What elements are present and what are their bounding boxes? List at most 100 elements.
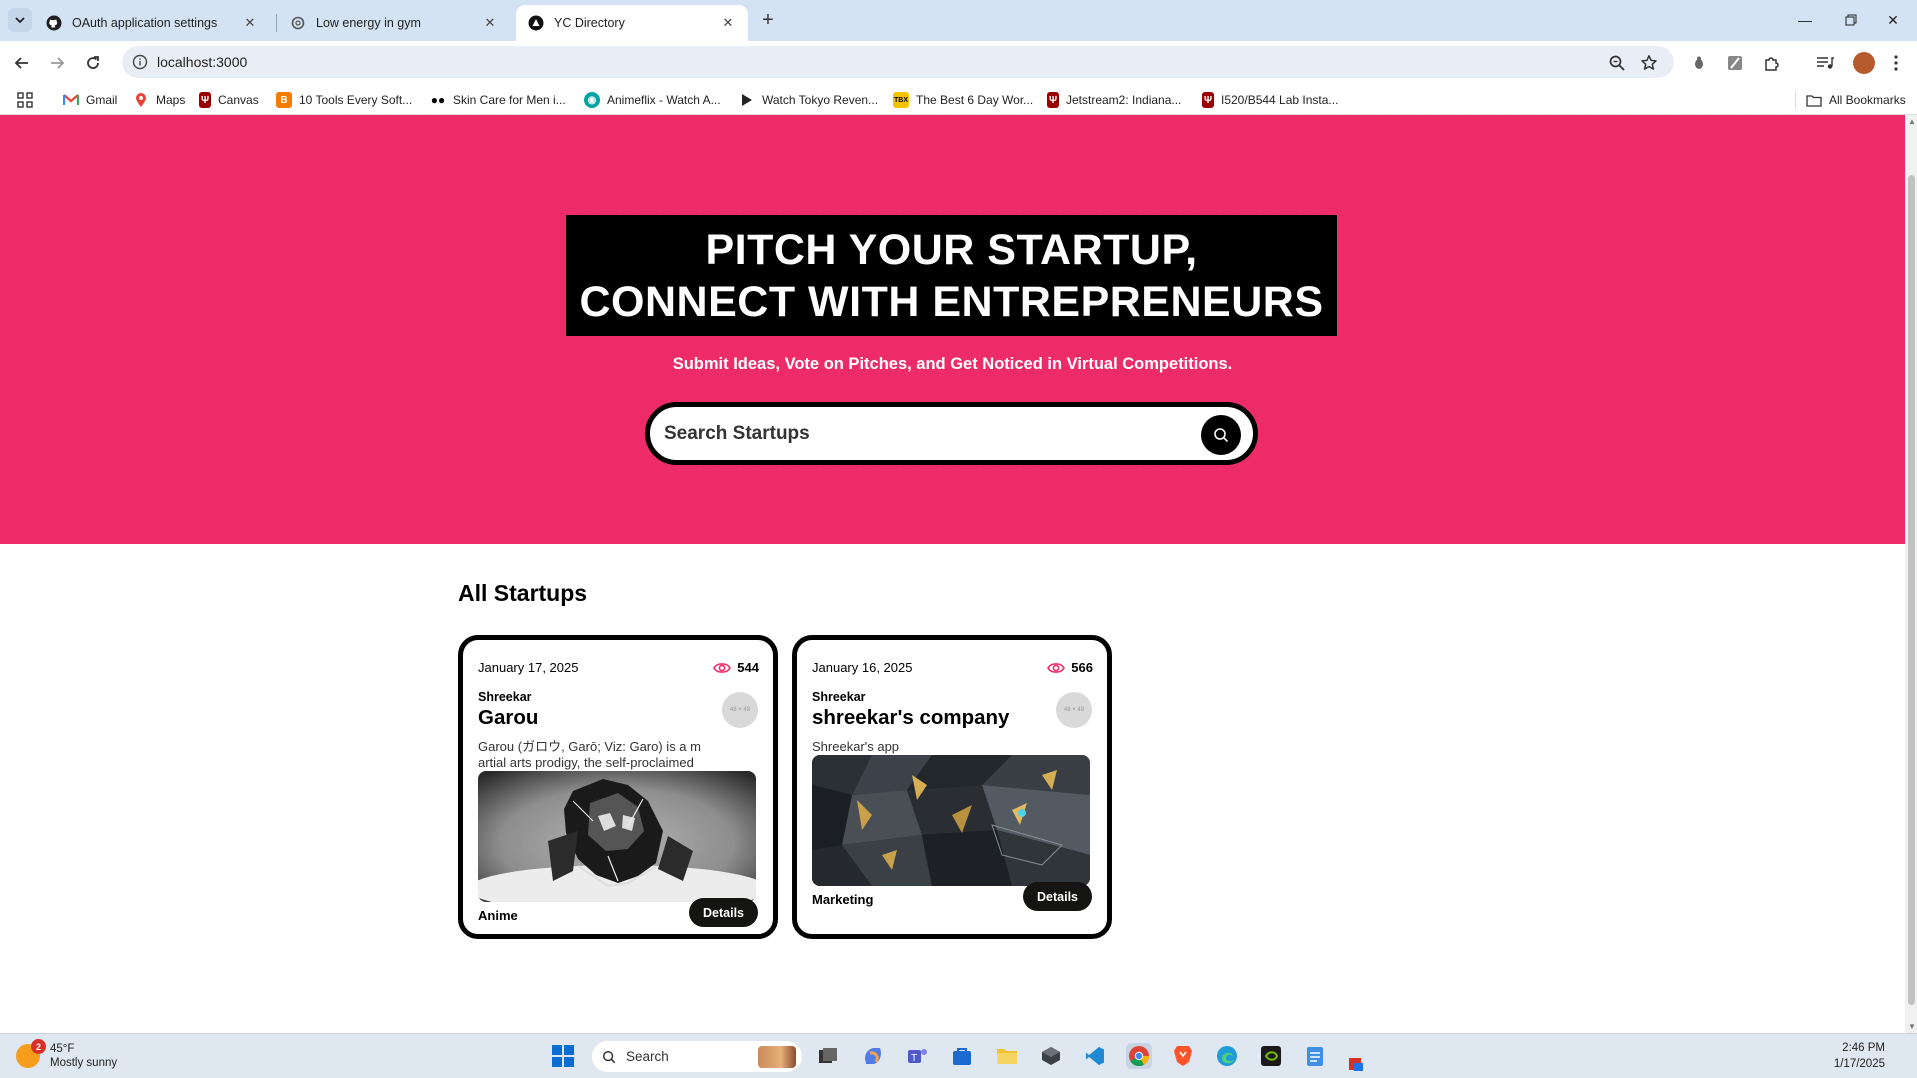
weather-temp: 45°F xyxy=(50,1043,75,1055)
card-title[interactable]: Garou xyxy=(478,706,538,730)
bookmark-label: 10 Tools Every Soft... xyxy=(299,93,413,107)
extension-bug-icon[interactable] xyxy=(1689,53,1709,73)
system-clock[interactable]: 2:46 PM 1/17/2025 xyxy=(1834,1040,1885,1072)
vscode-icon[interactable] xyxy=(1082,1043,1108,1069)
media-control-icon[interactable] xyxy=(1815,53,1835,73)
folder-icon xyxy=(1806,92,1822,108)
store-icon[interactable] xyxy=(949,1043,975,1069)
details-button[interactable]: Details xyxy=(1023,882,1092,911)
bookmark-tokyo-revengers[interactable]: Watch Tokyo Reven... xyxy=(739,91,878,109)
details-button[interactable]: Details xyxy=(689,898,758,927)
edge-icon[interactable] xyxy=(1214,1043,1240,1069)
restore-icon xyxy=(1845,14,1857,26)
app-cube-icon[interactable] xyxy=(1038,1043,1064,1069)
extension-slash-icon[interactable] xyxy=(1725,53,1745,73)
tab-oauth-settings[interactable]: OAuth application settings ✕ xyxy=(34,5,270,41)
tab-yc-directory[interactable]: YC Directory ✕ xyxy=(516,5,748,41)
close-icon[interactable]: ✕ xyxy=(482,15,498,31)
nvidia-icon[interactable] xyxy=(1258,1043,1284,1069)
bookmark-best-6-day[interactable]: TBX The Best 6 Day Wor... xyxy=(893,91,1033,109)
arrow-right-icon xyxy=(51,57,65,69)
bookmark-i520-lab[interactable]: Ψ I520/B544 Lab Insta... xyxy=(1202,91,1338,109)
yc-icon xyxy=(528,15,544,31)
info-icon[interactable] xyxy=(132,54,148,70)
close-icon[interactable]: ✕ xyxy=(242,15,258,31)
tbx-icon: TBX xyxy=(893,92,909,108)
zoom-icon[interactable] xyxy=(1608,54,1626,72)
svg-text:T: T xyxy=(911,1053,917,1064)
reload-button[interactable] xyxy=(79,49,107,77)
reload-icon xyxy=(87,56,99,69)
weather-desc: Mostly sunny xyxy=(50,1057,118,1069)
author-avatar[interactable]: 48 × 48 xyxy=(1056,692,1092,728)
apps-grid-icon[interactable] xyxy=(17,91,33,109)
bookmark-label: Maps xyxy=(156,93,186,107)
scroll-down-arrow[interactable]: ▼ xyxy=(1908,1022,1916,1031)
windows-taskbar: 2 45°F Mostly sunny Search T 2:46 PM 1/1… xyxy=(0,1033,1917,1078)
restore-button[interactable] xyxy=(1828,6,1874,34)
maps-icon xyxy=(133,92,149,108)
bookmark-label: Animeflix - Watch A... xyxy=(607,93,721,107)
card-title[interactable]: shreekar's company xyxy=(812,706,1009,730)
scroll-up-arrow[interactable]: ▲ xyxy=(1908,117,1916,126)
bookmark-canvas[interactable]: Ψ Canvas xyxy=(199,91,259,109)
close-window-button[interactable]: ✕ xyxy=(1870,6,1916,34)
bookmark-label: I520/B544 Lab Insta... xyxy=(1221,93,1339,107)
bookmark-skin-care[interactable]: ●● Skin Care for Men i... xyxy=(430,91,566,109)
tray-app-icon[interactable] xyxy=(1346,1054,1366,1074)
bookmark-animeflix[interactable]: ◉ Animeflix - Watch A... xyxy=(584,91,721,109)
windows-start-icon[interactable] xyxy=(550,1043,576,1069)
animeflix-icon: ◉ xyxy=(584,92,600,108)
page-scrollbar[interactable]: ▲ ▼ xyxy=(1905,115,1917,1033)
all-bookmarks[interactable]: All Bookmarks xyxy=(1795,91,1906,109)
file-explorer-icon[interactable] xyxy=(994,1043,1020,1069)
bookmark-10-tools[interactable]: B 10 Tools Every Soft... xyxy=(276,91,412,109)
card-category[interactable]: Marketing xyxy=(812,892,873,907)
scrollbar-thumb[interactable] xyxy=(1908,175,1915,1005)
page-viewport: PITCH YOUR STARTUP, CONNECT WITH ENTREPR… xyxy=(0,115,1905,1033)
search-icon xyxy=(1214,428,1229,443)
close-icon[interactable]: ✕ xyxy=(720,15,736,31)
tab-search-dropdown[interactable] xyxy=(8,8,32,32)
copilot-icon[interactable] xyxy=(860,1043,886,1069)
minimize-button[interactable]: — xyxy=(1782,6,1828,34)
search-button[interactable] xyxy=(1201,415,1241,455)
bookmark-maps[interactable]: Maps xyxy=(133,91,185,109)
teams-icon[interactable]: T xyxy=(904,1043,930,1069)
forward-button[interactable] xyxy=(43,49,71,77)
tab-title: OAuth application settings xyxy=(72,16,218,30)
eye-icon xyxy=(713,662,732,673)
view-count: 566 xyxy=(1047,660,1093,675)
chrome-icon[interactable] xyxy=(1126,1043,1152,1069)
card-date: January 16, 2025 xyxy=(812,660,913,675)
card-category[interactable]: Anime xyxy=(478,908,518,923)
medium-icon: ●● xyxy=(430,92,446,108)
tab-low-energy[interactable]: Low energy in gym ✕ xyxy=(278,5,510,41)
extensions-puzzle-icon[interactable] xyxy=(1762,53,1782,73)
notification-badge: 2 xyxy=(31,1039,46,1054)
weather-widget[interactable]: 2 45°F Mostly sunny xyxy=(16,1039,118,1070)
brave-icon[interactable] xyxy=(1170,1043,1196,1069)
hero-title-line-2: CONNECT WITH ENTREPRENEURS xyxy=(579,277,1324,326)
back-button[interactable] xyxy=(8,49,36,77)
author-avatar[interactable]: 48 × 48 xyxy=(722,692,758,728)
profile-avatar[interactable] xyxy=(1853,52,1875,74)
card-date: January 17, 2025 xyxy=(478,660,579,675)
card-author[interactable]: Shreekar xyxy=(812,690,866,704)
taskbar-search[interactable]: Search xyxy=(592,1041,802,1072)
bookmark-label: Gmail xyxy=(86,93,118,107)
more-menu-icon[interactable] xyxy=(1886,53,1906,73)
new-tab-button[interactable]: + xyxy=(754,8,782,32)
bookmark-jetstream2[interactable]: Ψ Jetstream2: Indiana... xyxy=(1047,91,1181,109)
notepad-icon[interactable] xyxy=(1302,1043,1328,1069)
star-icon[interactable] xyxy=(1640,54,1658,72)
card-image xyxy=(478,771,756,902)
view-count-value: 566 xyxy=(1071,660,1093,675)
play-icon xyxy=(739,92,755,108)
address-bar[interactable]: localhost:3000 xyxy=(122,46,1674,78)
task-view-icon[interactable] xyxy=(815,1043,841,1069)
search-input[interactable] xyxy=(664,419,1164,449)
card-author[interactable]: Shreekar xyxy=(478,690,532,704)
gmail-icon xyxy=(63,92,79,108)
bookmark-gmail[interactable]: Gmail xyxy=(63,91,117,109)
